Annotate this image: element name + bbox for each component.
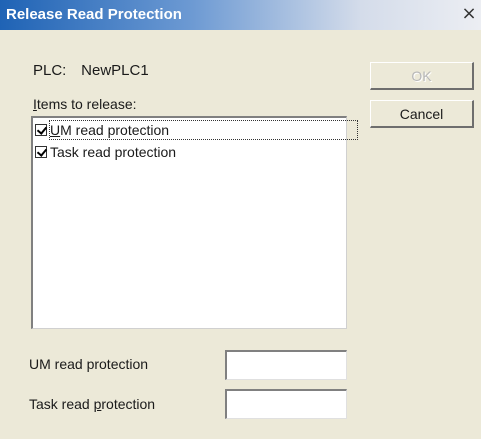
list-item-um-read-protection[interactable]: UM read protection [35,120,358,140]
task-read-protection-label: Task read protection [29,396,155,412]
list-item-mnemonic: U [50,122,61,138]
ok-button[interactable]: OK [370,62,474,90]
list-item-label-rest: M read protection [60,122,170,138]
list-item-task-read-protection[interactable]: Task read protection [35,142,176,162]
list-item-label: UM read protection [49,120,358,140]
dialog-title: Release Read Protection [6,6,182,23]
cancel-button[interactable]: Cancel [370,100,474,128]
um-read-protection-field[interactable] [225,350,347,380]
items-to-release-label: Items to release: [33,96,137,112]
checkbox-task-read-protection[interactable] [35,146,47,158]
plc-name: NewPLC1 [81,62,149,79]
plc-info: PLC: NewPLC1 [33,62,149,79]
um-read-protection-label: UM read protection [29,356,149,372]
task-read-protection-field[interactable] [225,389,347,419]
task-label-pre: Task read [29,396,94,412]
list-item-label: Task read protection [50,144,177,160]
items-listbox[interactable]: UM read protection Task read protection [31,116,358,329]
title-bar: Release Read Protection × [0,0,481,30]
checkbox-um-read-protection[interactable] [35,124,47,136]
plc-label: PLC: [33,62,67,79]
task-label-post: rotection [101,396,156,412]
release-read-protection-dialog: Release Read Protection × PLC: NewPLC1 I… [0,0,481,439]
close-icon[interactable]: × [458,3,480,25]
items-label-text: tems to release: [36,96,137,112]
